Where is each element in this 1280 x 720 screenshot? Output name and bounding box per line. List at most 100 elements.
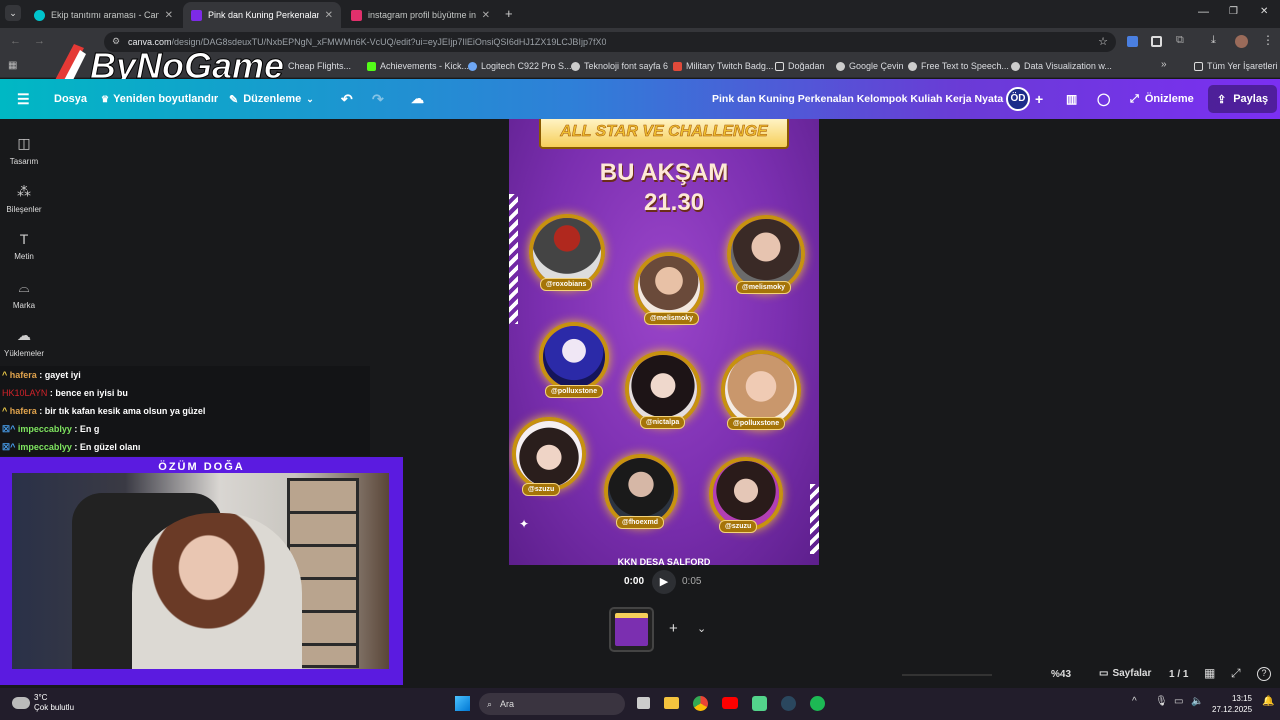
close-tab-icon[interactable]: ✕ (325, 10, 333, 21)
maximize-icon[interactable]: ❐ (1229, 6, 1238, 17)
zoom-slider[interactable] (902, 674, 992, 676)
chat-text: : En g (71, 424, 100, 434)
design-canvas-page[interactable]: ALL STAR VE CHALLENGE BU AKŞAM 21.30 @ro… (509, 119, 819, 565)
notification-bell-icon[interactable]: 🔔 (1262, 696, 1274, 707)
cloud-save-icon[interactable]: ☁ (411, 79, 424, 119)
grid-view-icon[interactable]: ▦ (1204, 666, 1215, 680)
sidebar-item-design[interactable]: ◫ Tasarım (0, 135, 48, 166)
zoom-level[interactable]: %43 (1051, 669, 1071, 680)
play-button[interactable]: ▶ (652, 570, 676, 594)
bookmark-folder[interactable]: Doğadan (775, 61, 825, 71)
tab-title: instagram profil büyütme insta (368, 10, 476, 20)
network-icon[interactable]: ▭ (1174, 696, 1183, 707)
new-tab-icon[interactable]: + (505, 6, 513, 21)
sidebar-item-text[interactable]: T Metin (0, 231, 48, 261)
forward-icon[interactable]: → (34, 35, 45, 47)
chat-username: impeccablyy (17, 424, 72, 434)
chevron-down-icon[interactable]: ⌄ (697, 622, 706, 635)
globe-icon (908, 61, 917, 71)
chrome-icon[interactable] (693, 696, 708, 711)
document-title[interactable]: Pink dan Kuning Perkenalan Kelompok Kuli… (712, 79, 1024, 119)
brand-icon: ⌓ (18, 279, 30, 295)
apps-grid-icon[interactable]: ▦ (8, 60, 17, 71)
chat-message: HK10LAYN : bence en iyisi bu (2, 388, 128, 398)
browser-tab-active[interactable]: Pink dan Kuning Perkenalan Ke ✕ (183, 2, 341, 28)
bookmark-star-icon[interactable]: ☆ (1098, 35, 1108, 48)
add-collaborator-icon[interactable]: + (1035, 79, 1043, 119)
user-avatar[interactable]: ÖD (1006, 79, 1030, 119)
globe-icon (571, 61, 580, 71)
hamburger-menu-icon[interactable]: ☰ (17, 79, 30, 119)
start-button[interactable] (455, 696, 470, 711)
globe-icon (836, 61, 845, 71)
redo-icon[interactable]: ↷ (372, 79, 384, 119)
bookmark-item[interactable]: Data Visualization w... (1011, 61, 1112, 71)
profile-avatar[interactable] (1235, 35, 1248, 48)
upload-cloud-icon: ☁ (17, 327, 31, 343)
share-button[interactable]: ⇪ Paylaş (1208, 85, 1278, 113)
chat-username: hafera (9, 406, 37, 416)
close-tab-icon[interactable]: ✕ (482, 10, 490, 21)
expand-icon: ⤢ (1130, 92, 1139, 105)
handle-tag: @szuzu (522, 483, 561, 496)
minimize-icon[interactable]: — (1198, 6, 1209, 18)
time-current: 0:00 (624, 576, 645, 587)
sidebar-item-label: Yüklemeler (3, 349, 44, 358)
sidebar-item-elements[interactable]: ⁂ Bileşenler (0, 183, 48, 214)
all-bookmarks-folder[interactable]: Tüm Yer İşaretleri (1194, 61, 1278, 71)
undo-icon[interactable]: ↶ (341, 79, 353, 119)
task-view-icon[interactable] (637, 697, 650, 709)
tray-chevron-icon[interactable]: ^ (1132, 696, 1137, 707)
profile-photo[interactable] (512, 417, 586, 491)
bookmark-item[interactable]: Logitech C922 Pro S... (468, 61, 572, 71)
clock[interactable]: 13:15 27.12.2025 (1212, 693, 1252, 715)
volume-icon[interactable]: 🔈 (1191, 696, 1203, 707)
more-bookmarks-icon[interactable]: » (1161, 59, 1167, 70)
add-page-icon[interactable]: + (669, 620, 678, 637)
sidebar-item-brand[interactable]: ⌓ Marka (0, 279, 48, 310)
weather-desc: Çok bulutlu (34, 703, 75, 712)
youtube-icon[interactable] (722, 697, 738, 709)
close-tab-icon[interactable]: ✕ (165, 10, 173, 21)
tab-title: Ekip tanıtımı araması - Canva (51, 10, 159, 20)
extension-icon[interactable] (1151, 36, 1162, 47)
steam-icon[interactable] (781, 696, 796, 711)
bookmark-item[interactable]: Free Text to Speech... (908, 61, 1009, 71)
close-window-icon[interactable]: ✕ (1260, 6, 1268, 17)
stripe-decoration (810, 484, 819, 554)
file-menu[interactable]: Dosya (54, 79, 87, 119)
bookmark-item[interactable]: Teknoloji font sayfa 6 (571, 61, 668, 71)
file-explorer-icon[interactable] (664, 697, 679, 709)
kick-app-icon[interactable] (752, 696, 767, 711)
weather-temp: 3°C (34, 693, 48, 702)
insights-chart-icon[interactable]: ▥ (1066, 79, 1077, 119)
sidebar-item-uploads[interactable]: ☁ Yüklemeler (0, 327, 48, 358)
microphone-icon[interactable]: 🎙 (1155, 696, 1168, 707)
extensions-puzzle-icon[interactable]: ⧉ (1176, 34, 1184, 47)
back-icon[interactable]: ← (10, 35, 21, 47)
browser-tab[interactable]: Ekip tanıtımı araması - Canva ✕ (26, 2, 181, 28)
tab-search-button[interactable]: ⌄ (5, 5, 21, 21)
pages-button[interactable]: ▭ Sayfalar (1099, 668, 1151, 679)
chevron-down-icon: ⌄ (306, 93, 314, 104)
extension-icon[interactable] (1127, 36, 1138, 47)
fullscreen-icon[interactable]: ⤢ (1231, 666, 1241, 681)
logitech-icon (468, 61, 477, 71)
avatar-initials: ÖD (1006, 87, 1030, 111)
weather-widget[interactable]: 3°C Çok bulutlu (12, 693, 74, 713)
download-icon[interactable]: ⤓ (1211, 34, 1216, 47)
browser-tab[interactable]: instagram profil büyütme insta ✕ (343, 2, 498, 28)
edit-menu[interactable]: ✎ Düzenleme ⌄ (229, 79, 314, 119)
profile-photo[interactable] (539, 322, 609, 392)
resize-menu[interactable]: ♛ Yeniden boyutlandır (101, 79, 218, 119)
preview-button[interactable]: ⤢ Önizleme (1130, 79, 1194, 119)
comment-icon[interactable]: ◯ (1097, 79, 1110, 119)
help-icon[interactable]: ? (1257, 667, 1271, 681)
bookmark-item[interactable]: Google Çevin (836, 61, 904, 71)
browser-menu-icon[interactable]: ⋮ (1262, 33, 1274, 47)
taskbar-search[interactable]: ⌕ Ara (479, 693, 625, 715)
bookmark-item[interactable]: Military Twitch Badg... (673, 61, 773, 71)
page-thumbnail[interactable] (609, 607, 654, 652)
spotify-icon[interactable] (810, 696, 825, 711)
bookmark-item[interactable]: Achievements - Kick... (367, 61, 469, 71)
